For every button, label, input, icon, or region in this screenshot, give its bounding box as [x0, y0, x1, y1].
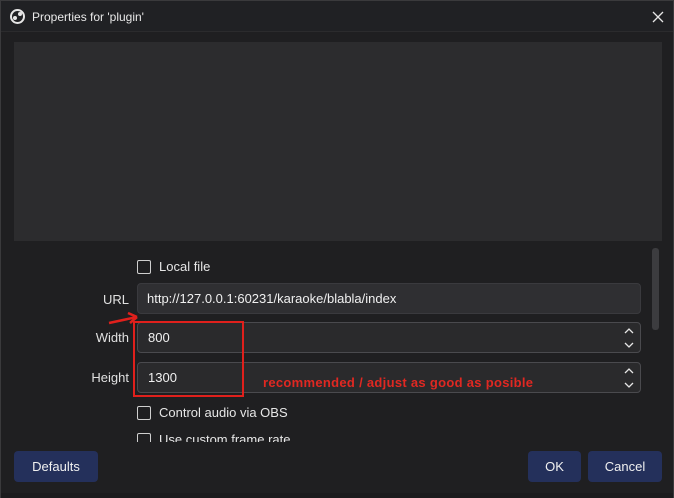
width-label: Width — [95, 330, 129, 345]
close-icon — [652, 11, 664, 22]
scrollbar-thumb[interactable] — [652, 248, 659, 330]
annotation-box — [133, 321, 244, 397]
chevron-down-icon[interactable] — [622, 339, 636, 351]
preview-area — [14, 42, 662, 241]
window-bottom-edge — [1, 493, 673, 498]
title-bar: Properties for 'plugin' — [1, 1, 673, 32]
custom-frame-rate-checkbox[interactable] — [137, 433, 151, 442]
defaults-button[interactable]: Defaults — [14, 451, 98, 482]
cancel-button[interactable]: Cancel — [588, 451, 662, 482]
local-file-checkbox[interactable] — [137, 259, 151, 274]
url-input[interactable]: http://127.0.0.1:60231/karaoke/blabla/in… — [137, 283, 641, 314]
height-label: Height — [91, 370, 129, 385]
obs-icon — [10, 9, 25, 24]
annotation-note: recommended / adjust as good as posible — [263, 375, 534, 390]
chevron-down-icon[interactable] — [622, 379, 636, 391]
window-title: Properties for 'plugin' — [32, 10, 144, 24]
chevron-up-icon[interactable] — [622, 365, 636, 377]
chevron-up-icon[interactable] — [622, 325, 636, 337]
properties-dialog: Properties for 'plugin' Local file URL h… — [0, 0, 674, 498]
control-audio-checkbox-row[interactable]: Control audio via OBS — [137, 405, 288, 420]
control-audio-label: Control audio via OBS — [159, 405, 288, 420]
close-button[interactable] — [643, 1, 673, 32]
url-value: http://127.0.0.1:60231/karaoke/blabla/in… — [147, 291, 397, 306]
local-file-label: Local file — [159, 259, 211, 274]
width-spin-arrows — [622, 325, 636, 351]
height-spin-arrows — [622, 365, 636, 391]
local-file-checkbox-row[interactable]: Local file — [137, 259, 210, 274]
custom-frame-rate-label: Use custom frame rate — [159, 433, 291, 442]
ok-button[interactable]: OK — [528, 451, 581, 482]
control-audio-checkbox[interactable] — [137, 405, 151, 420]
annotation-arrow-icon — [108, 311, 138, 325]
custom-frame-rate-checkbox-row[interactable]: Use custom frame rate — [137, 433, 291, 442]
